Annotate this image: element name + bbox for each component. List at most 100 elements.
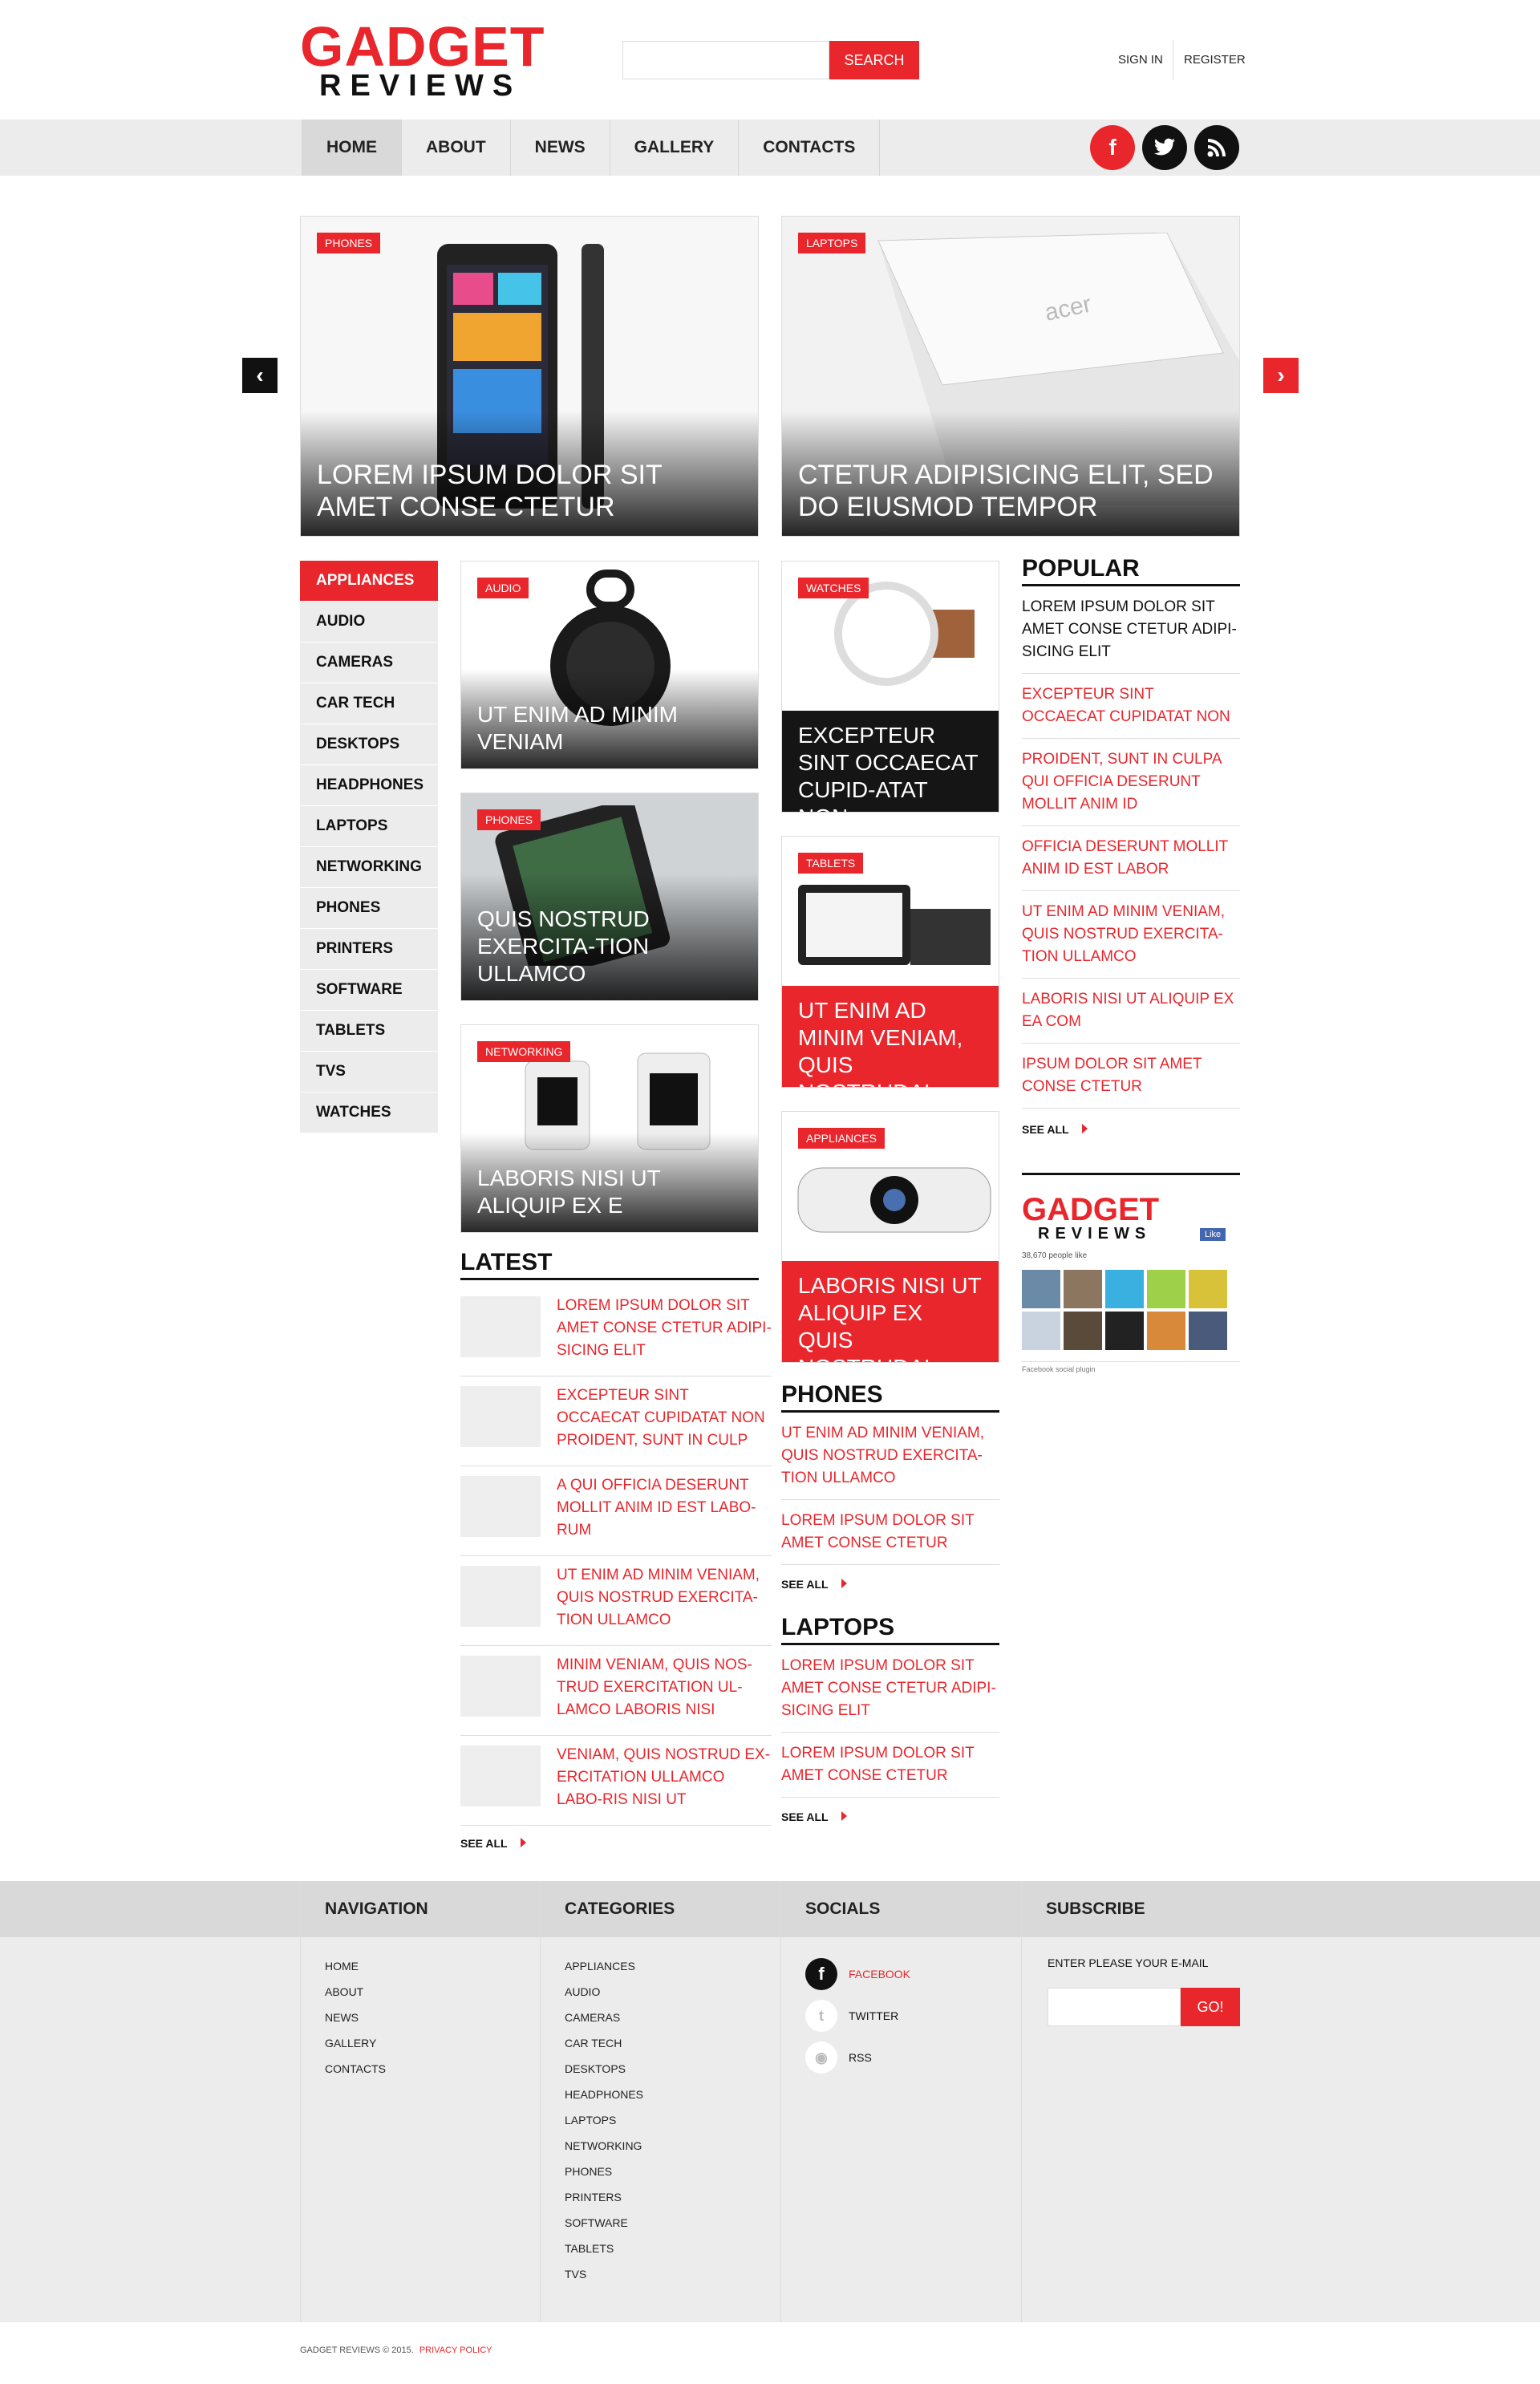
facebook-icon[interactable]: f: [1090, 125, 1135, 170]
latest-item-title[interactable]: VENIAM, QUIS NOSTRUD EX-ERCITATION ULLAM…: [557, 1744, 773, 1811]
twitter-icon[interactable]: [1142, 125, 1187, 170]
popular-item[interactable]: IPSUM DOLOR SIT AMET CONSE CTETUR: [1022, 1044, 1240, 1109]
avatar[interactable]: [1105, 1270, 1144, 1308]
category-item[interactable]: SOFTWARE: [300, 970, 438, 1010]
category-item[interactable]: DESKTOPS: [300, 724, 438, 764]
signin-link[interactable]: SIGN IN: [1118, 53, 1163, 67]
footer-nav-link[interactable]: HOME: [325, 1953, 540, 1979]
footer-category-link[interactable]: NETWORKING: [565, 2133, 780, 2159]
slider-card-laptops[interactable]: acer LAPTOPS CTETUR ADIPISICING ELIT, SE…: [781, 216, 1240, 537]
popular-see-all[interactable]: SEE ALL: [1022, 1109, 1240, 1150]
footer-category-link[interactable]: AUDIO: [565, 1979, 780, 2005]
latest-item[interactable]: LOREM IPSUM DOLOR SIT AMET CONSE CTETUR …: [460, 1287, 772, 1376]
latest-item-title[interactable]: EXCEPTEUR SINT OCCAECAT CUPIDATAT NON PR…: [557, 1385, 773, 1452]
slider-next-button[interactable]: ›: [1263, 358, 1299, 393]
nav-home[interactable]: HOME: [302, 120, 402, 176]
subscribe-email-input[interactable]: [1048, 1988, 1181, 2026]
post-card-phones[interactable]: PHONES QUIS NOSTRUD EXERCITA-TION ULLAMC…: [460, 793, 759, 1001]
footer-nav-link[interactable]: NEWS: [325, 2005, 540, 2030]
latest-item-title[interactable]: LOREM IPSUM DOLOR SIT AMET CONSE CTETUR …: [557, 1295, 773, 1362]
category-item[interactable]: AUDIO: [300, 602, 438, 642]
latest-item[interactable]: A QUI OFFICIA DESERUNT MOLLIT ANIM ID ES…: [460, 1466, 772, 1556]
slider-card-phones[interactable]: PHONES LOREM IPSUM DOLOR SIT AMET CONSE …: [300, 216, 759, 537]
fb-like-button[interactable]: Like: [1200, 1228, 1226, 1241]
footer-category-link[interactable]: DESKTOPS: [565, 2056, 780, 2082]
latest-item[interactable]: VENIAM, QUIS NOSTRUD EX-ERCITATION ULLAM…: [460, 1736, 772, 1826]
post-title[interactable]: UT ENIM AD MINIM VENIAM, QUIS NOSTRUDAL: [782, 986, 999, 1087]
footer-nav-link[interactable]: ABOUT: [325, 1979, 540, 2005]
footer-social-rss[interactable]: ◉ RSS: [805, 2037, 1021, 2078]
footer-category-link[interactable]: HEADPHONES: [565, 2082, 780, 2107]
post-card-appliances[interactable]: APPLIANCES LABORIS NISI UT ALIQUIP EX QU…: [781, 1111, 999, 1363]
latest-item[interactable]: UT ENIM AD MINIM VENIAM, QUIS NOSTRUD EX…: [460, 1556, 772, 1646]
post-tag[interactable]: AUDIO: [477, 578, 529, 598]
footer-category-link[interactable]: PHONES: [565, 2159, 780, 2184]
post-title[interactable]: LABORIS NISI UT ALIQUIP EX QUIS NOSTRUDA…: [782, 1261, 999, 1362]
category-item[interactable]: WATCHES: [300, 1093, 438, 1133]
footer-category-link[interactable]: TVS: [565, 2261, 780, 2287]
avatar[interactable]: [1189, 1270, 1227, 1308]
post-title[interactable]: UT ENIM AD MINIM VENIAM: [461, 669, 758, 768]
latest-item[interactable]: MINIM VENIAM, QUIS NOS-TRUD EXERCITATION…: [460, 1646, 772, 1736]
avatar[interactable]: [1064, 1312, 1102, 1350]
post-title[interactable]: LABORIS NISI UT ALIQUIP EX E: [461, 1133, 758, 1232]
slider-tag[interactable]: LAPTOPS: [798, 233, 866, 253]
category-item[interactable]: TVS: [300, 1052, 438, 1092]
latest-see-all[interactable]: SEE ALL: [460, 1837, 526, 1850]
popular-item[interactable]: UT ENIM AD MINIM VENIAM, QUIS NOSTRUD EX…: [1022, 891, 1240, 979]
post-title[interactable]: QUIS NOSTRUD EXERCITA-TION ULLAMCO: [461, 874, 758, 1000]
subscribe-go-button[interactable]: GO!: [1181, 1988, 1240, 2026]
phones-item[interactable]: UT ENIM AD MINIM VENIAM, QUIS NOSTRUD EX…: [781, 1413, 999, 1500]
avatar[interactable]: [1189, 1312, 1227, 1350]
popular-item[interactable]: LOREM IPSUM DOLOR SIT AMET CONSE CTETUR …: [1022, 586, 1240, 674]
avatar[interactable]: [1022, 1270, 1060, 1308]
category-item[interactable]: PHONES: [300, 888, 438, 928]
category-item[interactable]: APPLIANCES: [300, 561, 438, 601]
latest-item-title[interactable]: UT ENIM AD MINIM VENIAM, QUIS NOSTRUD EX…: [557, 1564, 773, 1632]
nav-news[interactable]: NEWS: [511, 120, 610, 176]
search-button[interactable]: SEARCH: [829, 41, 919, 79]
footer-nav-link[interactable]: CONTACTS: [325, 2056, 540, 2082]
latest-item-title[interactable]: A QUI OFFICIA DESERUNT MOLLIT ANIM ID ES…: [557, 1474, 773, 1542]
popular-item[interactable]: PROIDENT, SUNT IN CULPA QUI OFFICIA DESE…: [1022, 739, 1240, 826]
post-title[interactable]: EXCEPTEUR SINT OCCAECAT CUPID-ATAT NON: [782, 711, 999, 812]
rss-icon[interactable]: [1194, 125, 1239, 170]
phones-item[interactable]: LOREM IPSUM DOLOR SIT AMET CONSE CTETUR: [781, 1500, 999, 1565]
footer-category-link[interactable]: SOFTWARE: [565, 2210, 780, 2236]
nav-about[interactable]: ABOUT: [402, 120, 511, 176]
nav-gallery[interactable]: GALLERY: [610, 120, 740, 176]
slider-prev-button[interactable]: ‹: [242, 358, 278, 393]
footer-category-link[interactable]: TABLETS: [565, 2236, 780, 2261]
avatar[interactable]: [1022, 1312, 1060, 1350]
laptops-item[interactable]: LOREM IPSUM DOLOR SIT AMET CONSE CTETUR: [781, 1733, 999, 1798]
latest-item-title[interactable]: MINIM VENIAM, QUIS NOS-TRUD EXERCITATION…: [557, 1654, 773, 1721]
slider-title[interactable]: CTETUR ADIPISICING ELIT, SED DO EIUSMOD …: [782, 411, 1239, 536]
footer-nav-link[interactable]: GALLERY: [325, 2030, 540, 2056]
post-tag[interactable]: APPLIANCES: [798, 1128, 885, 1149]
search-input[interactable]: [622, 41, 829, 79]
avatar[interactable]: [1147, 1270, 1185, 1308]
post-card-tablets[interactable]: TABLETS UT ENIM AD MINIM VENIAM, QUIS NO…: [781, 836, 999, 1088]
avatar[interactable]: [1147, 1312, 1185, 1350]
footer-category-link[interactable]: PRINTERS: [565, 2184, 780, 2210]
popular-item[interactable]: EXCEPTEUR SINT OCCAECAT CUPIDATAT NON: [1022, 674, 1240, 739]
category-item[interactable]: CAR TECH: [300, 683, 438, 724]
footer-social-twitter[interactable]: t TWITTER: [805, 1995, 1021, 2037]
post-card-networking[interactable]: NETWORKING LABORIS NISI UT ALIQUIP EX E: [460, 1024, 759, 1233]
category-item[interactable]: LAPTOPS: [300, 806, 438, 846]
post-tag[interactable]: PHONES: [477, 809, 541, 830]
footer-category-link[interactable]: LAPTOPS: [565, 2107, 780, 2133]
laptops-item[interactable]: LOREM IPSUM DOLOR SIT AMET CONSE CTETUR …: [781, 1645, 999, 1733]
category-item[interactable]: PRINTERS: [300, 929, 438, 969]
register-link[interactable]: REGISTER: [1184, 53, 1246, 67]
nav-contacts[interactable]: CONTACTS: [739, 120, 881, 176]
avatar[interactable]: [1064, 1270, 1102, 1308]
avatar[interactable]: [1105, 1312, 1144, 1350]
latest-item[interactable]: EXCEPTEUR SINT OCCAECAT CUPIDATAT NON PR…: [460, 1376, 772, 1466]
footer-social-facebook[interactable]: f FACEBOOK: [805, 1953, 1021, 1995]
category-item[interactable]: CAMERAS: [300, 643, 438, 683]
footer-category-link[interactable]: CAR TECH: [565, 2030, 780, 2056]
category-item[interactable]: NETWORKING: [300, 847, 438, 887]
post-tag[interactable]: NETWORKING: [477, 1041, 571, 1062]
laptops-see-all[interactable]: SEE ALL: [781, 1798, 999, 1836]
